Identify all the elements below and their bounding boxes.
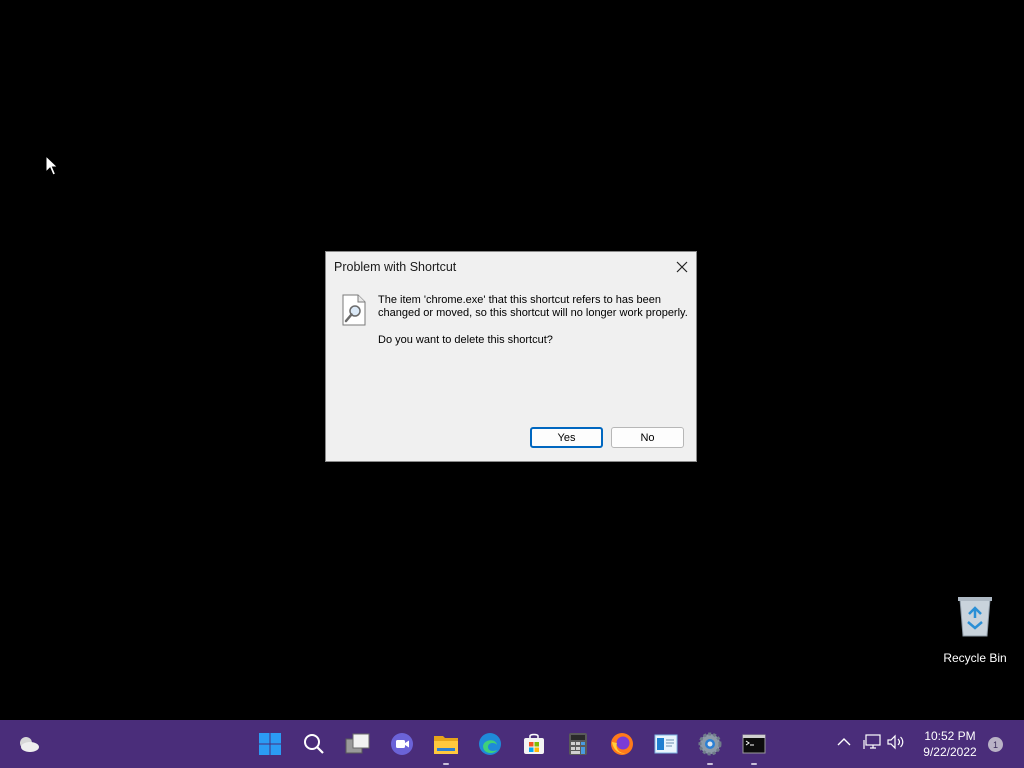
mouse-cursor-icon — [45, 155, 59, 176]
settings-button[interactable] — [694, 728, 726, 765]
taskbar-clock[interactable]: 10:52 PM 9/22/2022 — [916, 728, 984, 760]
network-button[interactable] — [862, 732, 882, 752]
yes-button[interactable]: Yes — [530, 427, 603, 448]
search-icon — [304, 734, 324, 754]
no-button[interactable]: No — [611, 427, 684, 448]
calculator-icon — [569, 733, 587, 755]
dialog-message: The item 'chrome.exe' that this shortcut… — [378, 294, 688, 319]
missing-shortcut-icon — [342, 294, 366, 326]
task-view-button[interactable] — [342, 728, 374, 760]
clock-time: 10:52 PM — [924, 729, 976, 743]
edge-button[interactable] — [474, 728, 506, 760]
chat-icon — [391, 733, 413, 755]
taskbar: 10:52 PM 9/22/2022 — [0, 720, 1024, 768]
weather-icon — [20, 737, 39, 752]
close-button[interactable] — [670, 256, 694, 278]
problem-with-shortcut-dialog: Problem with Shortcut The item 'chrome.e… — [325, 251, 697, 462]
recycle-bin[interactable]: Recycle Bin — [940, 594, 1010, 665]
store-button[interactable] — [518, 728, 550, 760]
calculator-button[interactable] — [562, 728, 594, 760]
recycle-bin-label: Recycle Bin — [943, 651, 1007, 665]
task-view-icon — [345, 733, 370, 754]
chat-button[interactable] — [386, 728, 418, 760]
settings-icon — [698, 732, 722, 756]
firefox-icon — [611, 733, 633, 755]
notepad-icon — [654, 734, 678, 754]
close-icon — [676, 261, 688, 273]
start-button[interactable] — [254, 728, 286, 760]
notepad-button[interactable] — [650, 728, 682, 760]
widgets-button[interactable] — [12, 728, 44, 760]
firefox-button[interactable] — [606, 728, 638, 760]
dialog-question: Do you want to delete this shortcut? — [378, 334, 553, 346]
terminal-icon — [742, 734, 766, 754]
search-button[interactable] — [298, 728, 330, 760]
dialog-title: Problem with Shortcut — [334, 260, 457, 274]
store-icon — [524, 733, 544, 754]
start-icon — [259, 733, 281, 755]
notification-badge[interactable]: 1 — [988, 737, 1003, 752]
running-indicator — [751, 763, 757, 765]
running-indicator — [443, 763, 449, 765]
show-hidden-icons-button[interactable] — [834, 732, 854, 752]
edge-icon — [479, 733, 501, 755]
running-indicator — [707, 763, 713, 765]
network-icon — [863, 734, 881, 749]
file-explorer-icon — [434, 736, 458, 754]
chevron-up-icon — [837, 738, 851, 746]
terminal-button[interactable] — [738, 728, 770, 765]
desktop: Problem with Shortcut The item 'chrome.e… — [0, 0, 1024, 720]
volume-icon — [887, 734, 904, 750]
volume-button[interactable] — [886, 732, 906, 752]
recycle-bin-icon — [958, 597, 992, 637]
clock-date: 9/22/2022 — [923, 745, 977, 759]
file-explorer-button[interactable] — [430, 728, 462, 765]
